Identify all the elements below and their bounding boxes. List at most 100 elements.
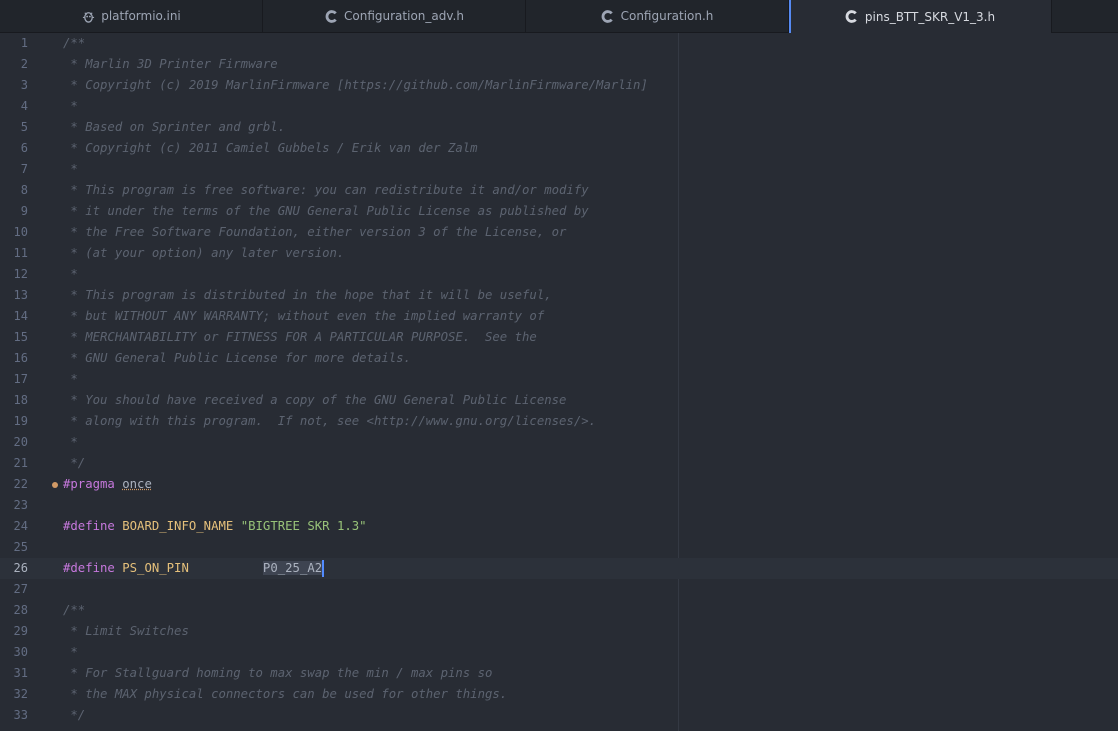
code-token: * it under the terms of the GNU General … — [63, 204, 589, 218]
code-line[interactable]: 7 * — [0, 159, 1118, 180]
code-line[interactable]: 25 — [0, 537, 1118, 558]
tab-platformio-ini[interactable]: platformio.ini — [0, 0, 263, 32]
code-text: /** — [63, 33, 85, 54]
code-line[interactable]: 18 * You should have received a copy of … — [0, 390, 1118, 411]
code-text: * — [63, 264, 77, 285]
code-line[interactable]: 15 * MERCHANTABILITY or FITNESS FOR A PA… — [0, 327, 1118, 348]
code-line[interactable]: 10 * the Free Software Foundation, eithe… — [0, 222, 1118, 243]
code-token: * Limit Switches — [63, 624, 189, 638]
line-number[interactable]: 21 — [0, 453, 28, 474]
code-line[interactable]: 17 * — [0, 369, 1118, 390]
code-text: * For Stallguard homing to max swap the … — [63, 663, 492, 684]
line-number[interactable]: 14 — [0, 306, 28, 327]
line-number[interactable]: 13 — [0, 285, 28, 306]
code-line[interactable]: 6 * Copyright (c) 2011 Camiel Gubbels / … — [0, 138, 1118, 159]
code-text: * Copyright (c) 2019 MarlinFirmware [htt… — [63, 75, 647, 96]
line-number[interactable]: 5 — [0, 117, 28, 138]
code-line[interactable]: 14 * but WITHOUT ANY WARRANTY; without e… — [0, 306, 1118, 327]
line-number[interactable]: 9 — [0, 201, 28, 222]
line-number[interactable]: 3 — [0, 75, 28, 96]
line-number[interactable]: 12 — [0, 264, 28, 285]
code-line[interactable]: 2 * Marlin 3D Printer Firmware — [0, 54, 1118, 75]
code-token: * MERCHANTABILITY or FITNESS FOR A PARTI… — [63, 330, 537, 344]
line-number[interactable]: 28 — [0, 600, 28, 621]
code-line[interactable]: 4 * — [0, 96, 1118, 117]
code-line[interactable]: 3 * Copyright (c) 2019 MarlinFirmware [h… — [0, 75, 1118, 96]
code-line[interactable]: 21 */ — [0, 453, 1118, 474]
line-number[interactable]: 29 — [0, 621, 28, 642]
code-line[interactable]: 33 */ — [0, 705, 1118, 726]
line-number[interactable]: 2 — [0, 54, 28, 75]
tab-configuration-adv-h[interactable]: Configuration_adv.h — [263, 0, 526, 32]
line-number[interactable]: 4 — [0, 96, 28, 117]
code-token: #define — [63, 561, 115, 575]
tab-label: pins_BTT_SKR_V1_3.h — [864, 9, 996, 24]
line-number[interactable]: 27 — [0, 579, 28, 600]
line-number[interactable]: 33 — [0, 705, 28, 726]
code-text: #define PS_ON_PIN P0_25_A2 — [63, 558, 325, 579]
code-text: #pragma once — [63, 474, 152, 495]
code-token: * You should have received a copy of the… — [63, 393, 567, 407]
line-number[interactable]: 25 — [0, 537, 28, 558]
code-token: "BIGTREE SKR 1.3" — [240, 519, 367, 533]
code-line[interactable]: 13 * This program is distributed in the … — [0, 285, 1118, 306]
code-line[interactable]: 32 * the MAX physical connectors can be … — [0, 684, 1118, 705]
tab-bar: platformio.ini Configuration_adv.h Confi… — [0, 0, 1118, 33]
code-line[interactable]: 1 /** — [0, 33, 1118, 54]
code-line[interactable]: 12 * — [0, 264, 1118, 285]
line-number[interactable]: 31 — [0, 663, 28, 684]
line-number[interactable]: 1 — [0, 33, 28, 54]
code-line[interactable]: 24 #define BOARD_INFO_NAME "BIGTREE SKR 1… — [0, 516, 1118, 537]
code-line[interactable]: 20 * — [0, 432, 1118, 453]
code-line[interactable]: 11 * (at your option) any later version. — [0, 243, 1118, 264]
code-line[interactable]: 26 #define PS_ON_PIN P0_25_A2 — [0, 558, 1118, 579]
code-line[interactable]: 9 * it under the terms of the GNU Genera… — [0, 201, 1118, 222]
tab-configuration-h[interactable]: Configuration.h — [526, 0, 789, 32]
line-number[interactable]: 7 — [0, 159, 28, 180]
line-number[interactable]: 17 — [0, 369, 28, 390]
tab-pins-btt-skr-v1-3-h[interactable]: pins_BTT_SKR_V1_3.h — [789, 0, 1052, 33]
code-line[interactable]: 19 * along with this program. If not, se… — [0, 411, 1118, 432]
line-number[interactable]: 20 — [0, 432, 28, 453]
code-line[interactable]: 31 * For Stallguard homing to max swap t… — [0, 663, 1118, 684]
line-number[interactable]: 18 — [0, 390, 28, 411]
code-line[interactable]: 5 * Based on Sprinter and grbl. — [0, 117, 1118, 138]
code-token: * — [63, 162, 78, 176]
code-text: */ — [63, 453, 85, 474]
line-number[interactable]: 10 — [0, 222, 28, 243]
code-line[interactable]: 23 — [0, 495, 1118, 516]
tab-label: Configuration_adv.h — [344, 9, 464, 23]
code-line[interactable]: 16 * GNU General Public License for more… — [0, 348, 1118, 369]
code-token: * but WITHOUT ANY WARRANTY; without even… — [63, 309, 545, 323]
code-text: * (at your option) any later version. — [63, 243, 344, 264]
code-line[interactable]: 8 * This program is free software: you c… — [0, 180, 1118, 201]
code-token: * along with this program. If not, see <… — [63, 414, 597, 428]
code-token: * (at your option) any later version. — [63, 246, 345, 260]
code-line[interactable]: 28 /** — [0, 600, 1118, 621]
line-number[interactable]: 16 — [0, 348, 28, 369]
code-line[interactable]: 27 — [0, 579, 1118, 600]
code-line[interactable]: 29 * Limit Switches — [0, 621, 1118, 642]
code-line[interactable]: 30 * — [0, 642, 1118, 663]
code-text: * Copyright (c) 2011 Camiel Gubbels / Er… — [63, 138, 477, 159]
code-token: BOARD_INFO_NAME — [122, 519, 234, 533]
line-number[interactable]: 6 — [0, 138, 28, 159]
code-text: * the Free Software Foundation, either v… — [63, 222, 566, 243]
code-text: * it under the terms of the GNU General … — [63, 201, 589, 222]
line-number[interactable]: 22 — [0, 474, 28, 495]
code-token: * — [63, 99, 78, 113]
code-token: * This program is free software: you can… — [63, 183, 589, 197]
line-number[interactable]: 24 — [0, 516, 28, 537]
line-number[interactable]: 30 — [0, 642, 28, 663]
code-editor[interactable]: 1 /** 2 * Marlin 3D Printer Firmware 3 * Co… — [0, 33, 1118, 731]
code-text: * MERCHANTABILITY or FITNESS FOR A PARTI… — [63, 327, 537, 348]
line-number[interactable]: 11 — [0, 243, 28, 264]
line-number[interactable]: 15 — [0, 327, 28, 348]
line-number[interactable]: 19 — [0, 411, 28, 432]
line-number[interactable]: 23 — [0, 495, 28, 516]
line-number[interactable]: 32 — [0, 684, 28, 705]
code-line[interactable]: 22 #pragma once — [0, 474, 1118, 495]
line-number[interactable]: 8 — [0, 180, 28, 201]
line-number[interactable]: 26 — [0, 558, 28, 579]
